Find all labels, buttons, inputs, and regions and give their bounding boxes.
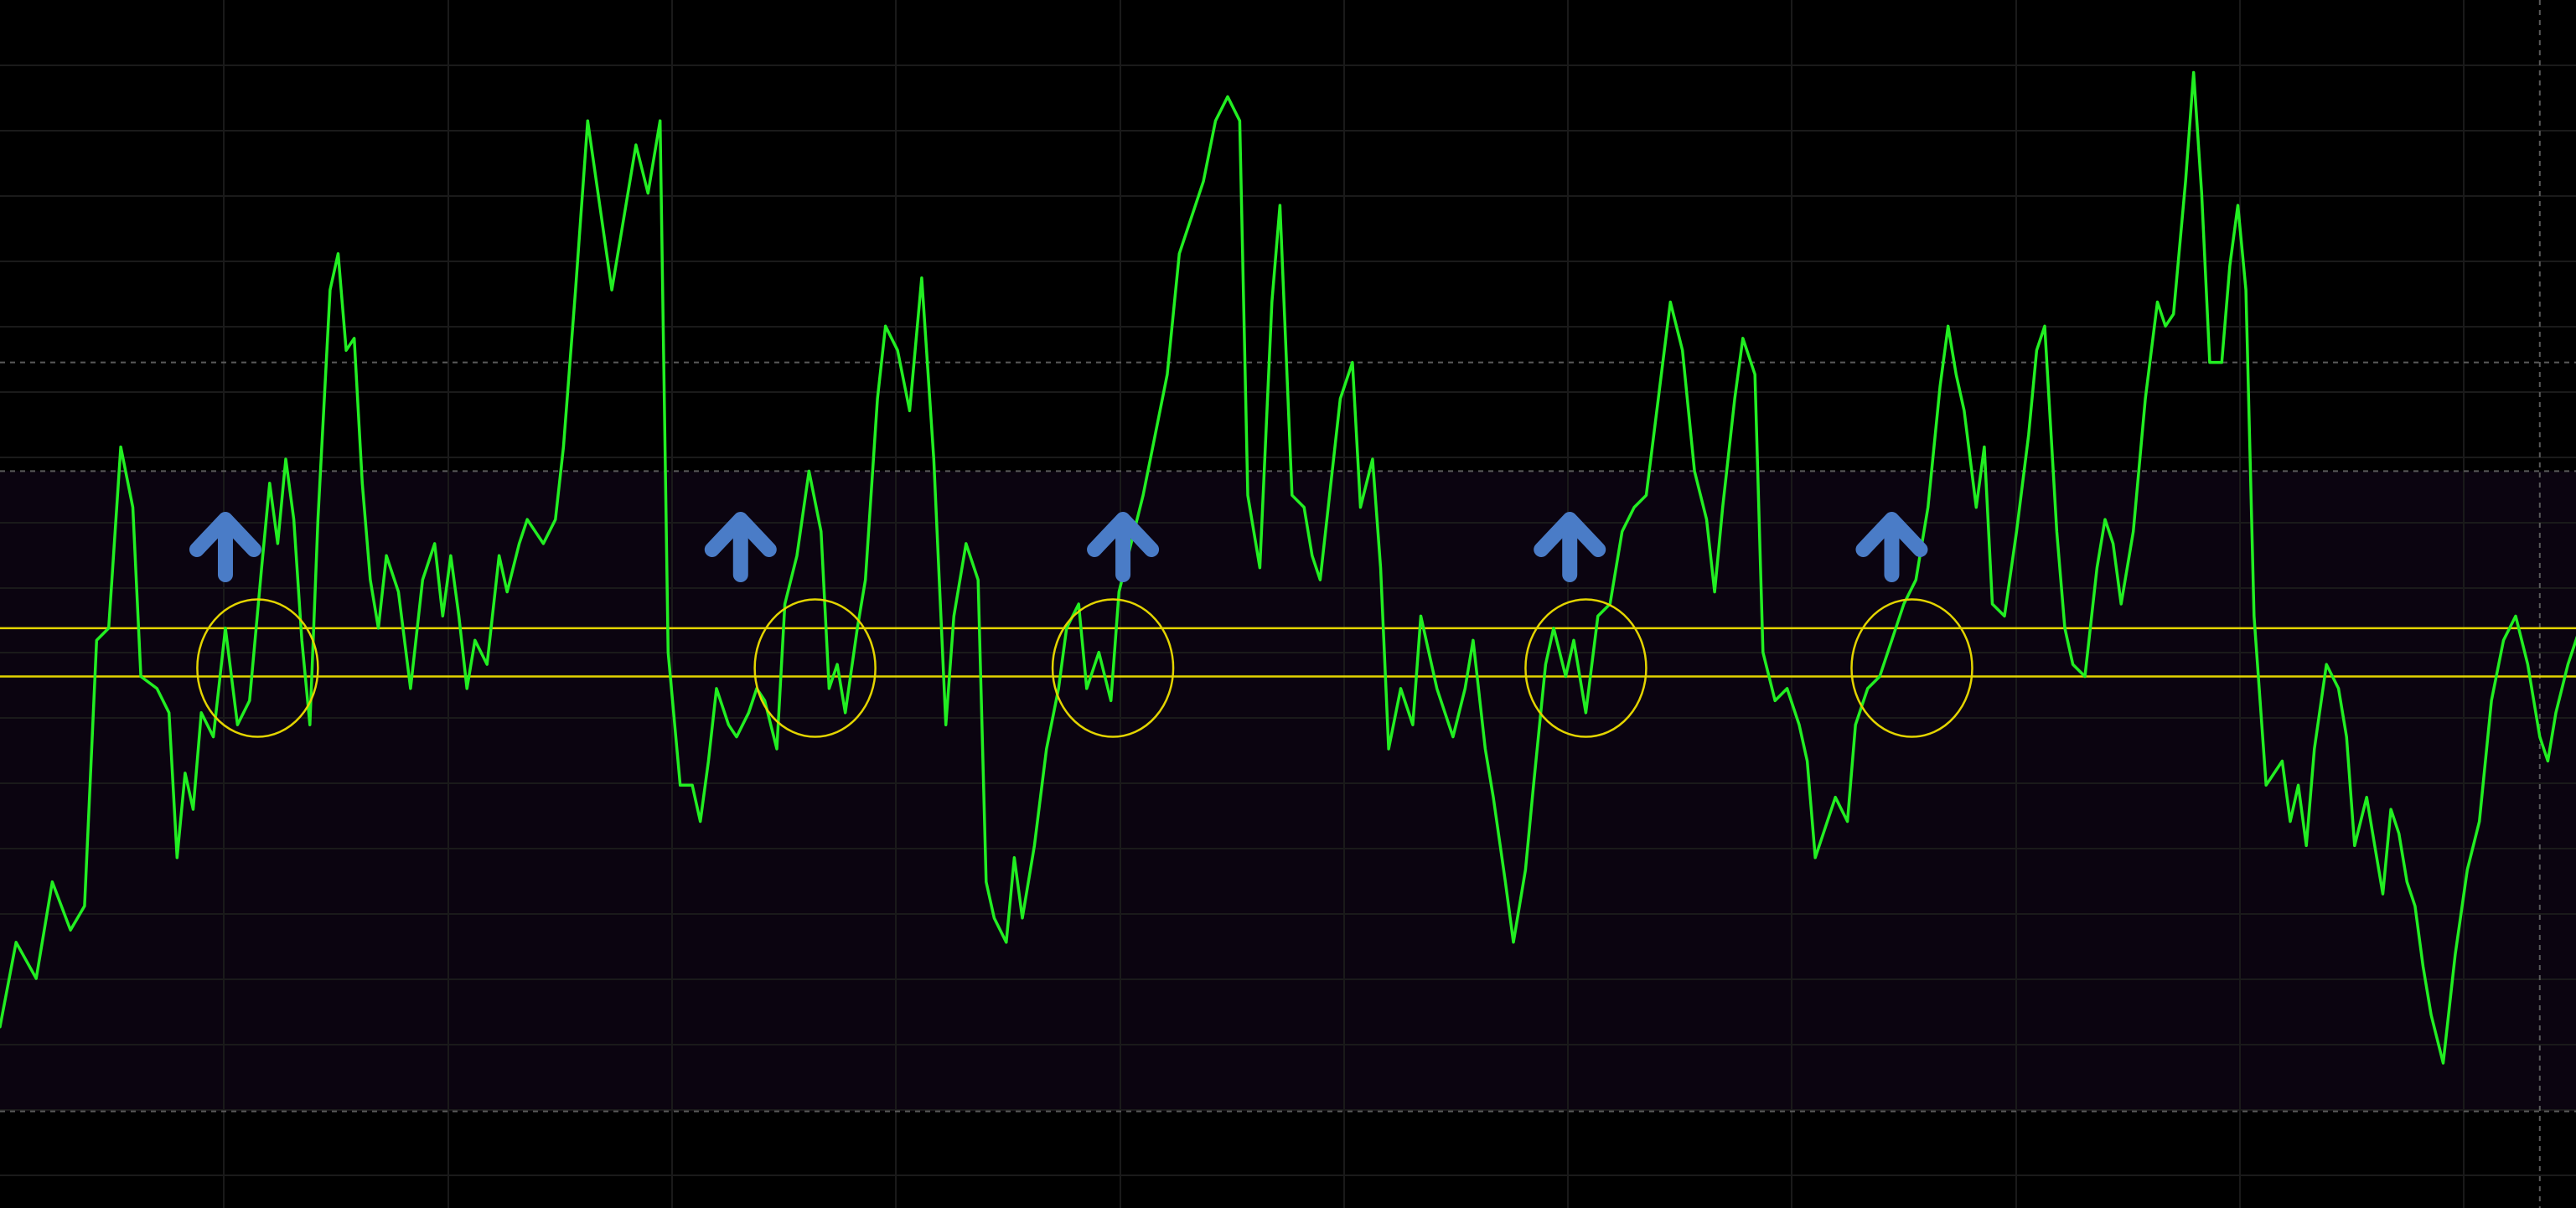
chart-area [0, 0, 2576, 1208]
oscillator-chart [0, 0, 2576, 1208]
